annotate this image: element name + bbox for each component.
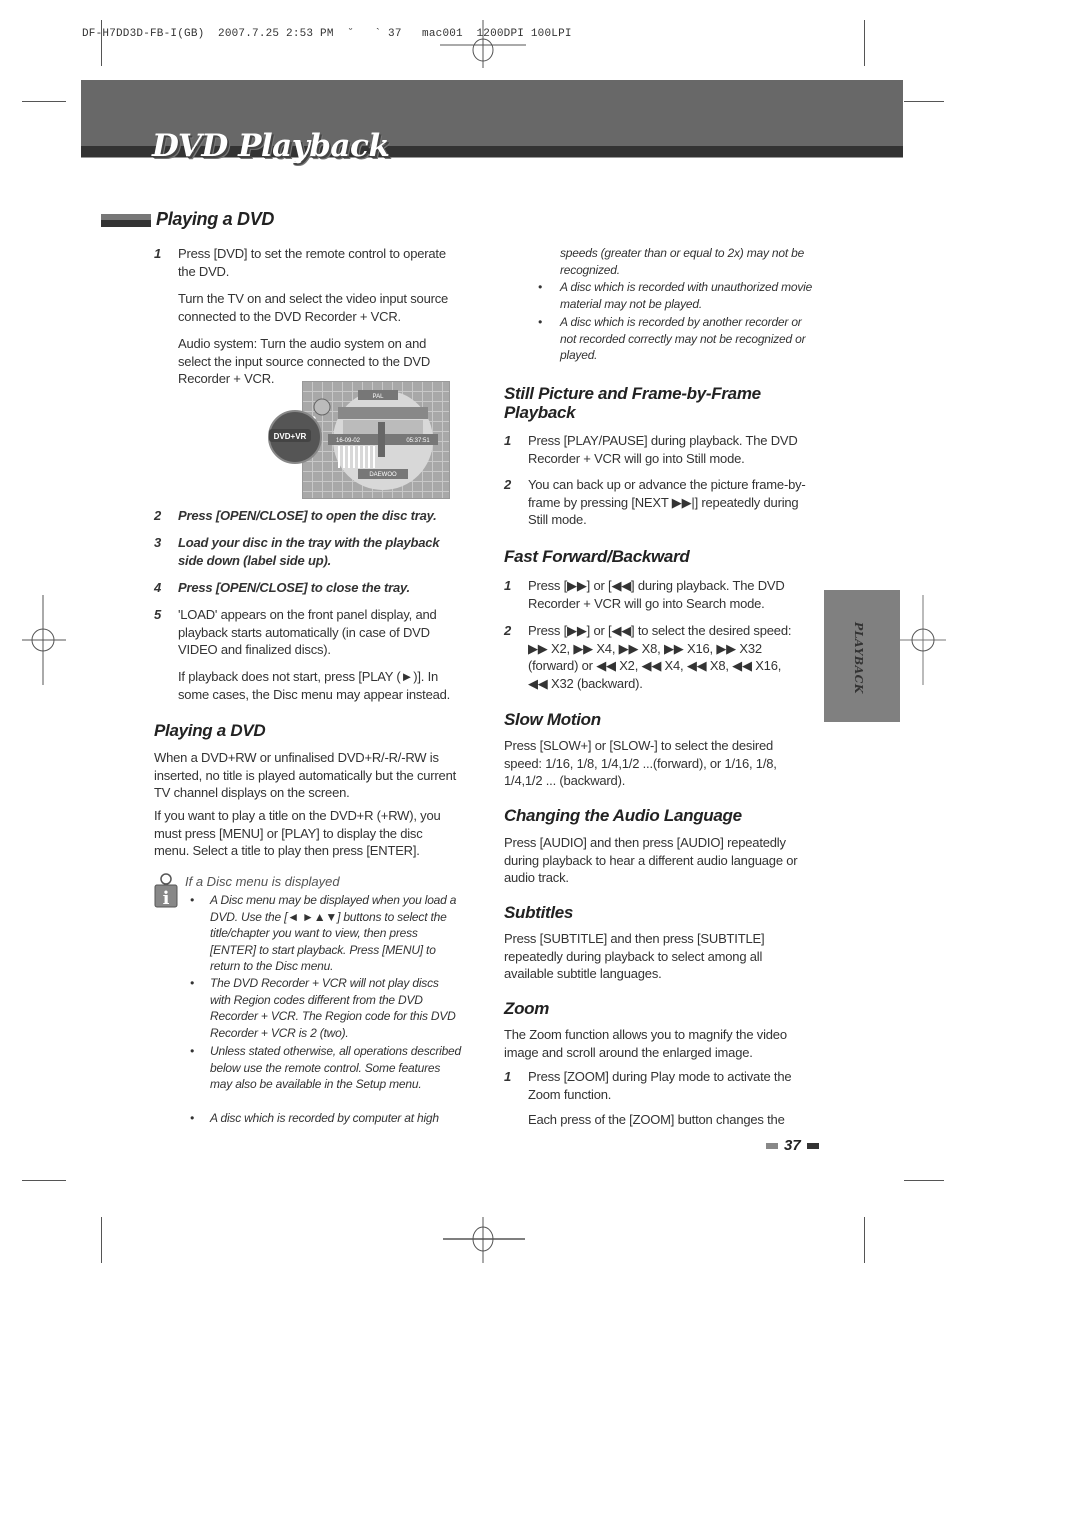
step-1-detail-audio: Audio system: Turn the audio system on a… [154,335,444,388]
step-1: 1 Press [PLAY/PAUSE] during playback. Th… [504,432,809,467]
note-bullet: • A disc which is recorded by another rec… [538,314,813,364]
step-text: Press [OPEN/CLOSE] to close the tray. [178,580,410,595]
registration-mark-bottom [443,1217,525,1263]
step-1: 1 Press [▶▶] or [◀◀] during playback. Th… [504,577,804,612]
step-text: You can back up or advance the picture f… [528,477,806,527]
step-number: 5 [154,607,162,622]
step-text: Press [DVD] to set the remote control to… [178,246,446,279]
registration-mark-top [440,20,526,68]
section-title-zoom: Zoom [504,999,550,1018]
note-bullet-text: The DVD Recorder + VCR will not play dis… [210,976,456,1040]
note-bullet: • A Disc menu may be displayed when you l… [190,892,460,975]
step-number: 3 [154,535,162,550]
step-text: Press [OPEN/CLOSE] to open the disc tray… [178,508,437,523]
step-text: Press [▶▶] or [◀◀] during playback. The … [528,578,785,611]
note-bullet-text: A Disc menu may be displayed when you lo… [210,893,457,973]
step-1-detail-tv: Turn the TV on and select the video inpu… [154,290,454,325]
step-text: 'LOAD' appears on the front panel displa… [178,607,437,657]
page-marker-right [806,1142,819,1149]
section-title-playing-a-dvd: Playing a DVD [156,209,275,229]
step-text: Load your disc in the tray with the play… [178,535,440,568]
step-text: If playback does not start, press [PLAY … [178,669,451,702]
side-tab-label: PLAYBACK [852,622,865,694]
step-number: 1 [504,433,512,448]
pattern-time: 05:37:51 [406,438,430,444]
section-title-audio-language: Changing the Audio Language [504,806,742,825]
step-number: 2 [504,477,512,492]
registration-mark-right [898,595,946,685]
step-number: 2 [154,508,162,523]
step-5-detail: If playback does not start, press [PLAY … [154,668,459,703]
note-bullet: • The DVD Recorder + VCR will not play di… [190,975,460,1041]
step-text: Audio system: Turn the audio system on a… [178,336,431,386]
page-number-text: 37 [784,1137,801,1154]
section-marker [101,214,151,227]
step-2: 2 Press [OPEN/CLOSE] to open the disc tr… [154,507,454,525]
paragraph: The Zoom function allows you to magnify … [504,1027,787,1060]
note-title: If a Disc menu is displayed [185,874,340,889]
side-tab-playback: PLAYBACK [824,590,900,722]
section-title-playing-a-dvd-2: Playing a DVD [154,721,266,740]
pattern-label-pal: PAL [373,394,385,400]
dvd-vr-badge-label: DVD+VR [274,432,307,441]
registration-mark-left [22,595,66,685]
paragraph: Press [SUBTITLE] and then press [SUBTITL… [504,931,765,981]
step-1-detail: Each press of the [ZOOM] button changes … [504,1111,804,1129]
step-4: 4 Press [OPEN/CLOSE] to close the tray. [154,579,454,597]
step-number: 1 [504,1069,512,1084]
note-bullet-text: A disc which is recorded with unauthoriz… [560,280,813,311]
step-text: Each press of the [ZOOM] button changes … [528,1112,785,1127]
step-1: 1 Press [DVD] to set the remote control … [154,245,454,280]
note-bullet: • A disc which is recorded with unauthori… [538,280,813,311]
step-number: 4 [154,580,162,595]
page-marker-left [766,1142,778,1149]
step-text: Turn the TV on and select the video inpu… [178,291,449,324]
note-continued: speeds (greater than or equal to 2x) may… [560,246,805,277]
page-title: DVD Playback [152,128,390,164]
section-title-subtitles: Subtitles [504,903,574,922]
step-2: 2 You can back up or advance the picture… [504,476,814,529]
pattern-brand: DAEWOO [369,472,397,478]
step-text: Press [▶▶] or [◀◀] to select the desired… [528,623,792,691]
paragraph: When a DVD+RW or unfinalised DVD+R/-R/-R… [154,750,457,800]
step-number: 1 [154,246,162,261]
note-bullet-text: Unless stated otherwise, all operations … [210,1044,462,1091]
section-title-slow-motion: Slow Motion [504,710,601,729]
section-title-fast-forward: Fast Forward/Backward [504,547,690,566]
step-1: 1 Press [ZOOM] during Play mode to activ… [504,1068,804,1103]
pattern-date: 16-09-02 [336,438,361,444]
note-bullet: • A disc which is recorded by computer at… [190,1111,439,1125]
step-text: Press [PLAY/PAUSE] during playback. The … [528,433,798,466]
note-bullet-text: A disc which is recorded by another reco… [560,315,806,362]
info-icon: i [154,873,178,909]
note-bullet-text: A disc which is recorded by computer at … [210,1111,439,1125]
section-title-still-picture: Still Picture and Frame-by-Frame Playbac… [504,384,761,422]
step-number: 1 [504,578,512,593]
step-5: 5 'LOAD' appears on the front panel disp… [154,606,454,659]
svg-text:i: i [163,888,170,909]
dvd-vr-badge-callout: DVD+VR [268,398,331,464]
step-2: 2 Press [▶▶] or [◀◀] to select the desir… [504,622,804,692]
paragraph: Press [AUDIO] and then press [AUDIO] rep… [504,835,798,885]
paragraph: If you want to play a title on the DVD+R… [154,808,441,858]
paragraph: Press [SLOW+] or [SLOW-] to select the d… [504,738,777,788]
page-number: 37 [766,1137,819,1154]
step-3: 3 Load your disc in the tray with the pl… [154,534,454,569]
step-text: Press [ZOOM] during Play mode to activat… [528,1069,792,1102]
step-number: 2 [504,623,512,638]
note-bullet: • Unless stated otherwise, all operations… [190,1043,465,1093]
